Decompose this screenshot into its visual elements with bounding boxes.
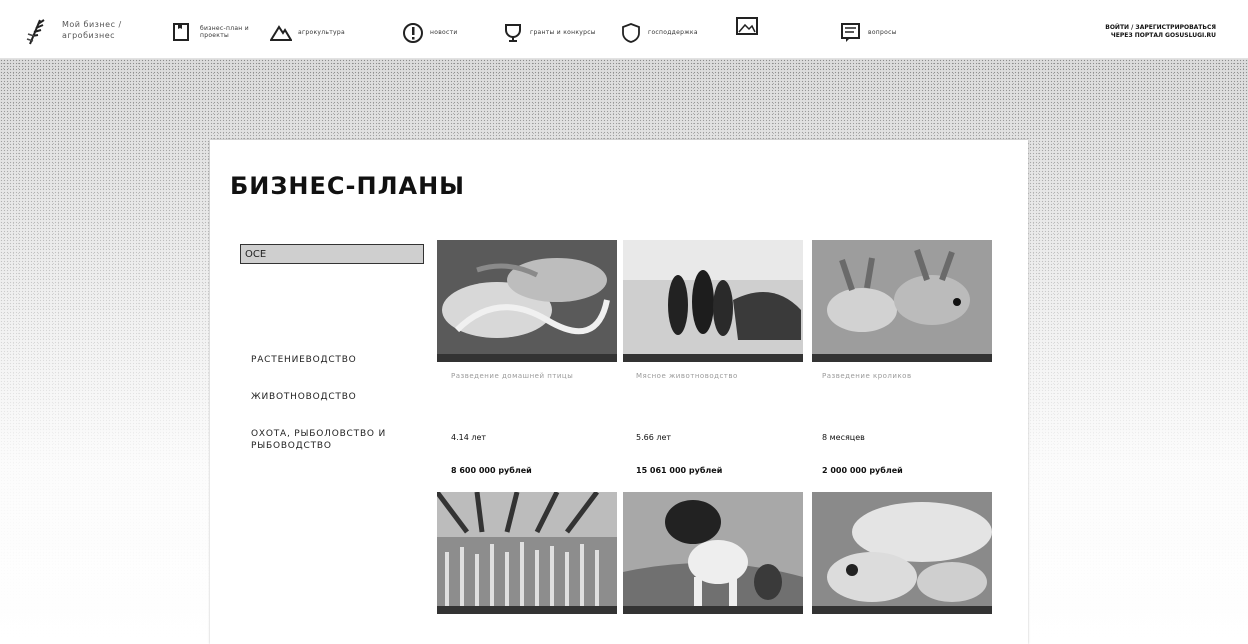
nav-item-agroculture[interactable]: агрокультура [269, 22, 345, 42]
shield-icon [620, 22, 642, 43]
plan-price: 8 600 000 рублей [451, 466, 532, 475]
wheat-logo-icon [26, 19, 45, 45]
nav-label: агрокультура [298, 28, 345, 36]
login-link[interactable]: ВОЙТИ / ЗАРЕГИСТРИРОВАТЬСЯ ЧЕРЕЗ ПОРТАЛ … [1105, 24, 1216, 40]
plan-card[interactable] [437, 240, 617, 362]
page-title: БИЗНЕС-ПЛАНЫ [230, 172, 466, 200]
top-navigation: Мой бизнес / агробизнес бизнес-план и пр… [0, 0, 1248, 59]
plan-term: 4.14 лет [451, 433, 487, 442]
plan-description: Мясное животноводство [636, 372, 738, 380]
nav-label: господдержка [648, 28, 698, 36]
category-hunting-fishing[interactable]: ОХОТА, РЫБОЛОВСТВО И РЫБОВОДСТВО [251, 428, 421, 452]
nav-label: вопросы [868, 28, 897, 36]
login-line-2: ЧЕРЕЗ ПОРТАЛ GOSUSLUGI.RU [1110, 32, 1216, 39]
nav-item-grants[interactable]: гранты и конкурсы [502, 22, 596, 42]
plan-price: 15 061 000 рублей [636, 466, 723, 475]
plan-card[interactable] [812, 240, 992, 362]
document-icon [172, 22, 194, 42]
plan-image-greenhouse[interactable] [437, 492, 617, 614]
plan-image-people-cattle[interactable] [623, 240, 803, 362]
nav-item-business-plans[interactable]: бизнес-план и проекты [172, 22, 270, 42]
plan-term: 8 месяцев [822, 433, 865, 442]
plan-card[interactable] [623, 240, 803, 362]
plan-card[interactable] [623, 492, 803, 614]
plan-image-birds[interactable] [437, 240, 617, 362]
plan-image-cow[interactable] [623, 492, 803, 614]
plan-card[interactable] [812, 492, 992, 614]
plan-description: Разведение кроликов [822, 372, 912, 380]
nav-label: гранты и конкурсы [530, 28, 596, 36]
site-logo[interactable]: Мой бизнес / агробизнес [24, 14, 144, 48]
trophy-icon [502, 22, 524, 42]
logo-text: Мой бизнес / агробизнес [62, 20, 122, 40]
nav-item-gallery[interactable] [736, 16, 758, 36]
nav-label: новости [430, 28, 458, 36]
plan-image-sheep[interactable] [812, 492, 992, 614]
image-icon [736, 16, 758, 36]
login-line-1: ВОЙТИ / ЗАРЕГИСТРИРОВАТЬСЯ [1105, 24, 1216, 31]
search-input[interactable] [240, 244, 424, 264]
nav-label: бизнес-план и проекты [200, 25, 249, 39]
plan-image-rabbits[interactable] [812, 240, 992, 362]
plan-card[interactable] [437, 492, 617, 614]
category-crop-farming[interactable]: РАСТЕНИЕВОДСТВО [251, 354, 421, 366]
nav-item-state-support[interactable]: господдержка [620, 22, 698, 43]
info-icon [402, 22, 424, 43]
chat-icon [840, 22, 862, 42]
mountain-icon [269, 22, 293, 42]
nav-item-news[interactable]: новости [402, 22, 458, 43]
plan-description: Разведение домашней птицы [451, 372, 574, 380]
plan-term: 5.66 лет [636, 433, 672, 442]
category-livestock[interactable]: ЖИВОТНОВОДСТВО [251, 391, 421, 403]
plan-price: 2 000 000 рублей [822, 466, 903, 475]
nav-item-questions[interactable]: вопросы [840, 22, 897, 42]
